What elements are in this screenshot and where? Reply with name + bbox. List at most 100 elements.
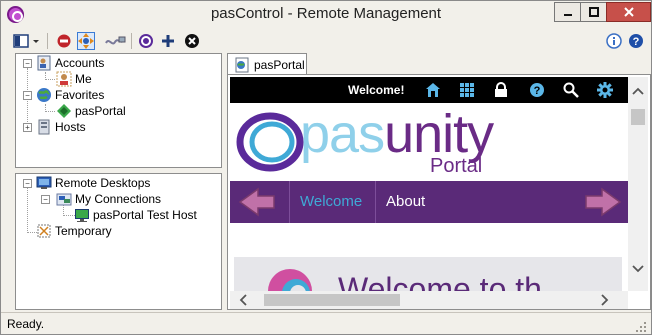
close-button[interactable] (606, 2, 651, 22)
layout-dropdown-button[interactable] (13, 32, 41, 50)
maximize-icon (588, 7, 599, 17)
vertical-scroll-thumb[interactable] (631, 109, 645, 125)
gear-icon (597, 82, 613, 98)
nav-back-button[interactable] (230, 181, 290, 223)
tree-item-pasportal[interactable]: pasPortal (56, 103, 126, 119)
accounts-icon (36, 55, 52, 71)
tree-item-hosts[interactable]: Hosts (36, 119, 86, 135)
disconnect-button[interactable] (55, 32, 73, 50)
logo-pas-text: pas (300, 104, 385, 164)
tree-item-label: Me (75, 72, 92, 86)
home-button[interactable] (424, 81, 442, 99)
lock-icon (495, 82, 507, 97)
globe-icon (36, 87, 52, 103)
title-bar: pasControl - Remote Management (1, 1, 651, 28)
status-text: Ready. (7, 317, 45, 331)
tree-item-label: My Connections (75, 192, 162, 206)
tree-connector (27, 186, 28, 233)
svg-text:?: ? (534, 85, 541, 97)
tree-item-label: Favorites (55, 88, 105, 102)
user-icon (56, 71, 72, 87)
vertical-scrollbar[interactable] (628, 77, 648, 291)
svg-text:?: ? (633, 36, 640, 48)
nav-tab-about[interactable]: About (376, 181, 456, 223)
tree-item-remote-desktops[interactable]: Remote Desktops (36, 175, 150, 191)
toolbar-separator (47, 33, 48, 49)
nav-tab-welcome[interactable]: Welcome (290, 181, 376, 223)
nav-about-label: About (386, 193, 426, 210)
help-page-button[interactable]: ? (528, 81, 546, 99)
portal-logo-icon (139, 34, 153, 48)
arrow-right-icon (585, 187, 622, 217)
app-window: pasControl - Remote Management ? − Accou… (0, 0, 652, 335)
remote-desktops-icon (36, 175, 52, 191)
tree-item-label: Temporary (55, 224, 112, 238)
lock-button[interactable] (492, 81, 510, 99)
banner-swirl-icon (268, 269, 312, 291)
maximize-button[interactable] (580, 2, 607, 22)
toolbar-separator (131, 33, 132, 49)
search-button[interactable] (562, 81, 580, 99)
favorite-link-icon (56, 103, 72, 119)
logo-portal-text: Portal (430, 155, 483, 177)
help-button[interactable]: ? (627, 32, 645, 50)
collapse-remote-desktops-toggle[interactable]: − (23, 179, 32, 188)
tree-item-accounts[interactable]: Accounts (36, 55, 104, 71)
tab-label: pasPortal (254, 57, 305, 72)
grid-icon (460, 83, 474, 97)
network-button[interactable] (103, 32, 127, 50)
hosts-server-icon (36, 119, 52, 135)
move-button[interactable] (77, 32, 95, 50)
monitor-icon (74, 207, 90, 223)
welcome-banner: Welcome to th (234, 257, 622, 291)
resize-grip-icon[interactable] (635, 321, 647, 333)
search-icon (563, 82, 579, 98)
arrow-left-icon (238, 187, 275, 217)
banner-heading: Welcome to th (338, 271, 542, 291)
scroll-down-icon (632, 265, 644, 273)
add-button[interactable] (159, 32, 177, 50)
portal-button[interactable] (137, 32, 155, 50)
embedded-browser: Welcome! ? pasunity Portal Welcome About… (227, 74, 651, 310)
apps-button[interactable] (458, 81, 476, 99)
connections-folder-icon (56, 191, 72, 207)
network-cable-icon (105, 36, 126, 45)
collapse-favorites-toggle[interactable]: − (23, 91, 32, 100)
collapse-accounts-toggle[interactable]: − (23, 59, 32, 68)
tree-item-label: Remote Desktops (55, 176, 151, 190)
accounts-tree-panel: − Accounts Me − Favorites pasPortal + Ho… (15, 53, 222, 168)
info-icon (606, 33, 622, 49)
tree-item-temporary[interactable]: Temporary (36, 223, 112, 239)
scroll-right-icon (601, 294, 609, 306)
nav-welcome-label: Welcome (300, 193, 363, 210)
minimize-icon (563, 14, 572, 16)
horizontal-scrollbar[interactable] (230, 291, 628, 309)
portal-nav-bar: Welcome About (230, 181, 628, 223)
nav-forward-button[interactable] (578, 181, 628, 223)
tree-item-favorites[interactable]: Favorites (36, 87, 104, 103)
tree-item-test-host[interactable]: pasPortal Test Host (74, 207, 197, 223)
layout-icon (13, 34, 39, 48)
settings-button[interactable] (596, 81, 614, 99)
stop-icon (57, 34, 71, 48)
expand-hosts-toggle[interactable]: + (23, 123, 32, 132)
tree-item-my-connections[interactable]: My Connections (56, 191, 161, 207)
portal-header-bar: Welcome! ? (230, 77, 628, 103)
tab-pasportal[interactable]: pasPortal (227, 53, 307, 75)
status-bar: Ready. (1, 312, 651, 334)
delete-button[interactable] (183, 32, 201, 50)
minimize-button[interactable] (554, 2, 581, 22)
scroll-up-icon (632, 87, 644, 95)
tree-item-label: pasPortal (75, 104, 126, 118)
close-icon (623, 7, 634, 17)
home-icon (426, 83, 440, 97)
horizontal-scroll-thumb[interactable] (264, 294, 400, 306)
tree-item-label: Accounts (55, 56, 105, 70)
question-icon: ? (530, 83, 544, 97)
help-icon: ? (629, 34, 643, 48)
tree-item-label: pasPortal Test Host (93, 208, 197, 222)
tree-item-me[interactable]: Me (56, 71, 92, 87)
web-page-icon (235, 57, 249, 72)
info-button[interactable] (605, 32, 623, 50)
collapse-my-connections-toggle[interactable]: − (41, 195, 50, 204)
